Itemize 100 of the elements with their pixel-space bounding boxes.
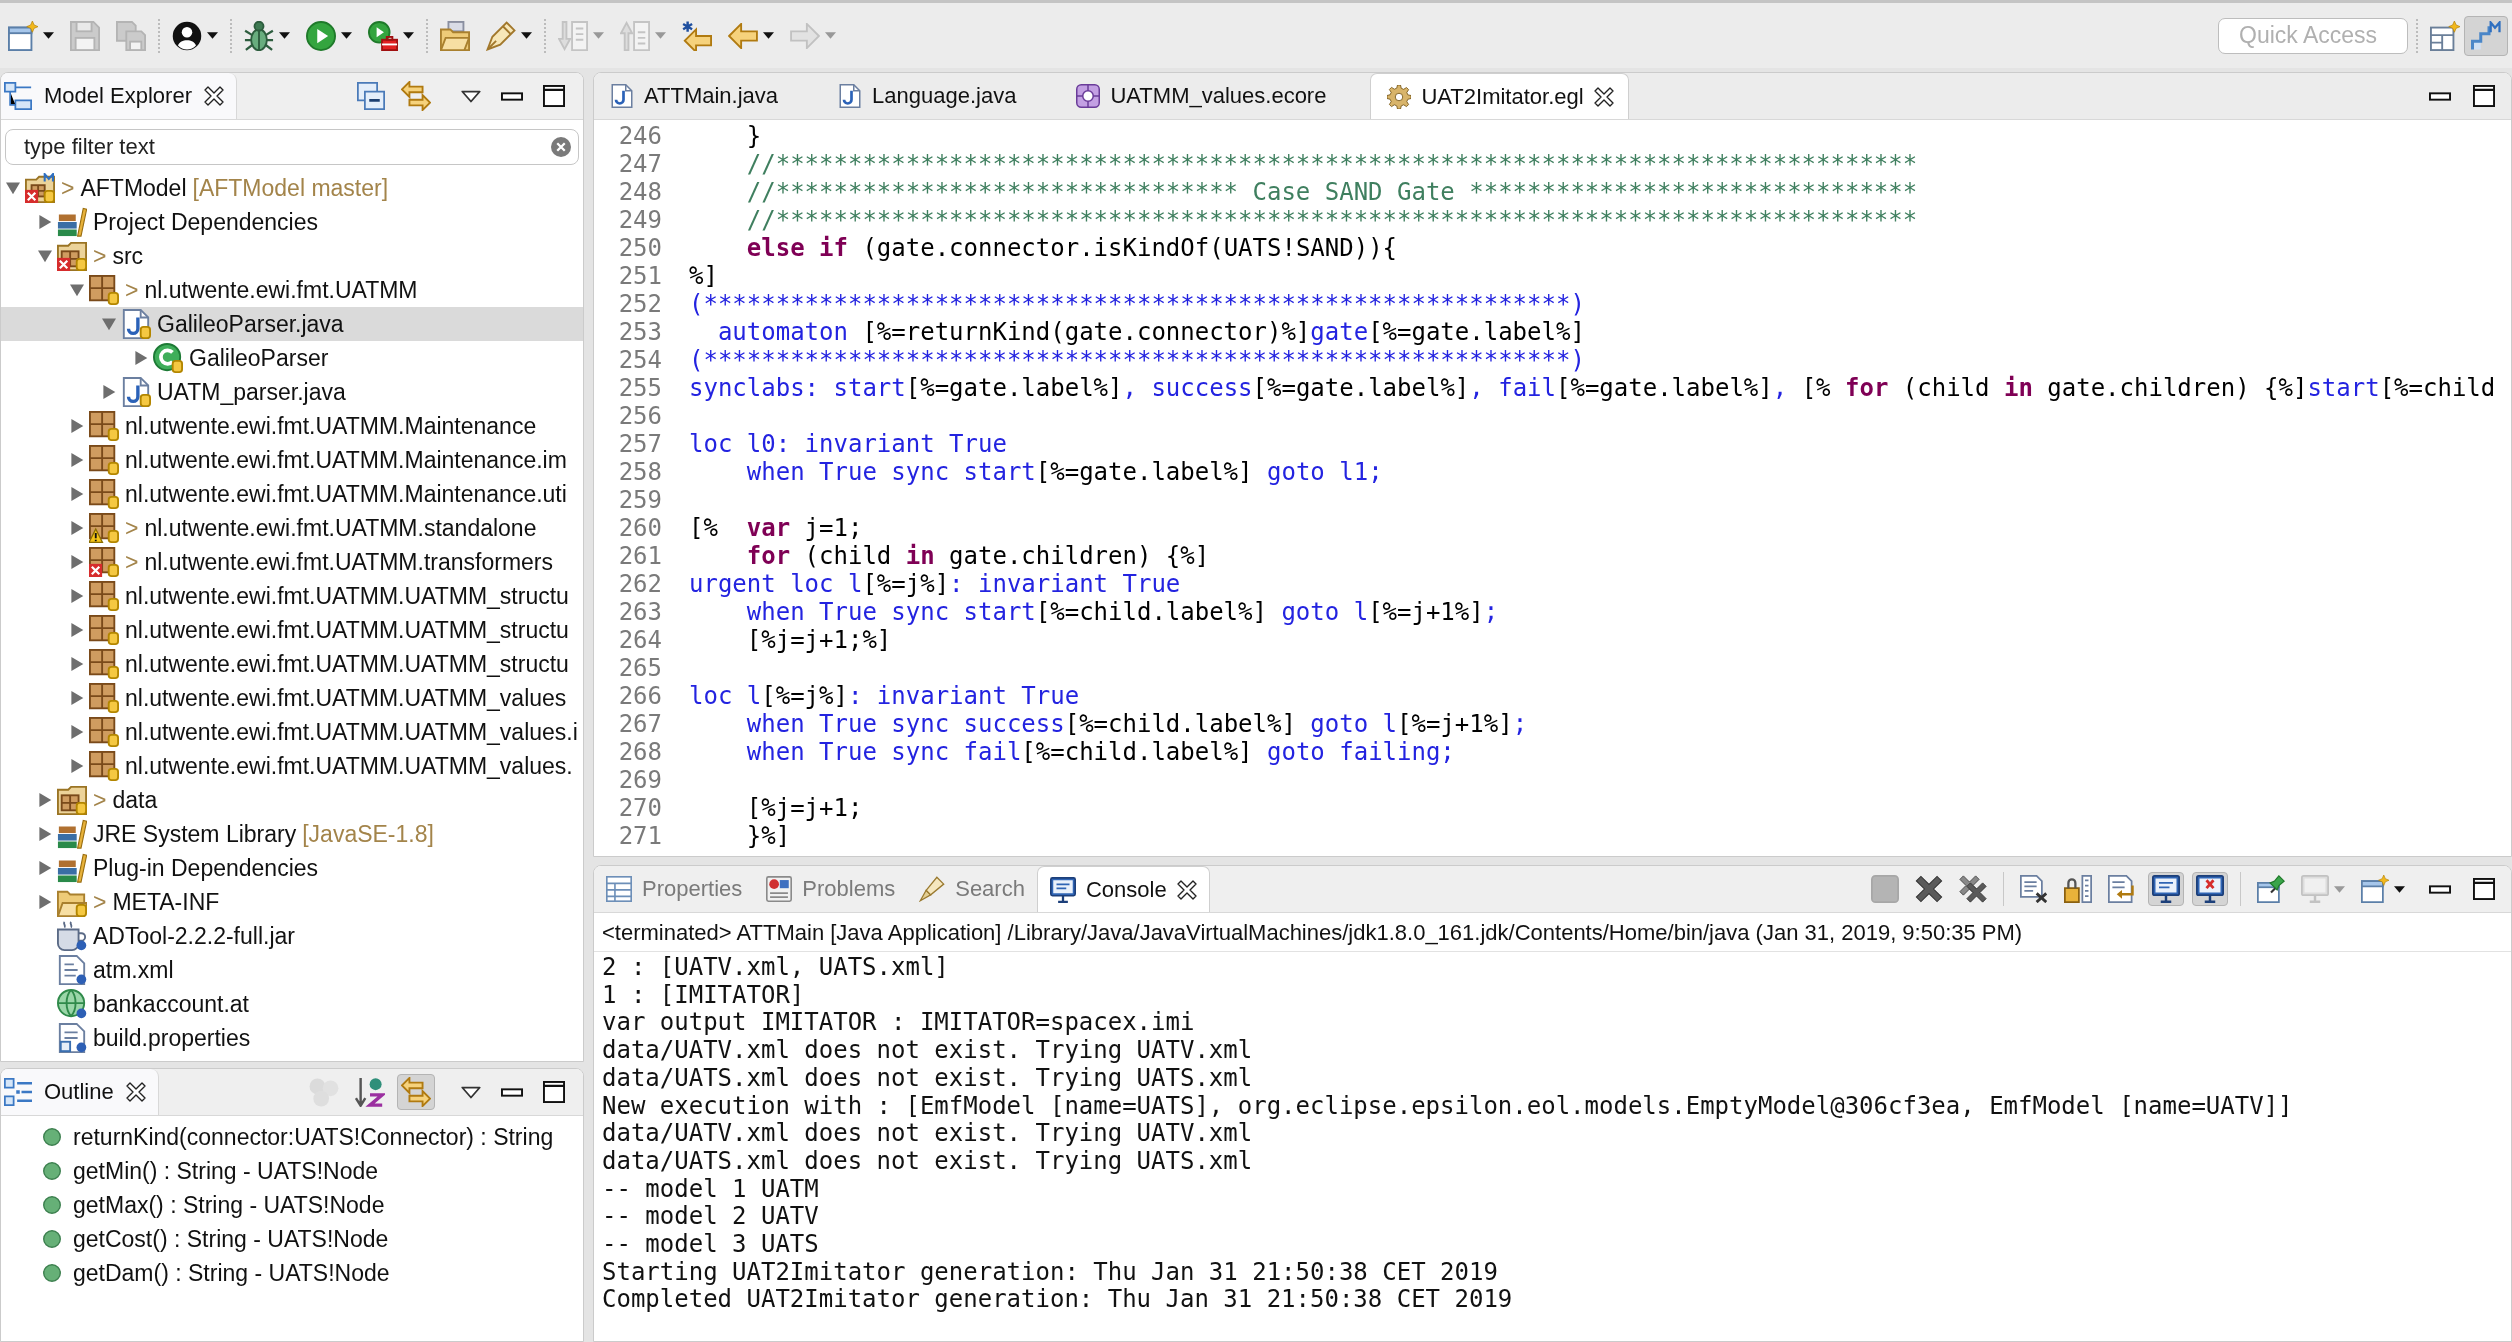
windows-minus-icon	[357, 82, 385, 110]
tree-item[interactable]: nl.utwente.ewi.fmt.UATMM.UATMM_structu	[1, 613, 583, 647]
dot-icon	[43, 1162, 61, 1180]
view-tab[interactable]: Problems	[754, 866, 908, 912]
triangle-icon[interactable]	[38, 861, 52, 875]
code-line: loc l0: invariant True	[689, 430, 1007, 458]
line-number: 254	[617, 346, 662, 374]
line-number: 262	[617, 570, 662, 598]
tree-item[interactable]: > data	[1, 783, 583, 817]
code-line: when True sync start[%=child.label%] goto l[%=j+1%];	[745, 598, 1499, 626]
filter-field[interactable]: type filter text	[5, 129, 579, 165]
tree-item[interactable]: nl.utwente.ewi.fmt.UATMM.Maintenance.im	[1, 443, 583, 477]
line-number: 258	[617, 458, 662, 486]
x-circle-icon[interactable]	[551, 137, 571, 157]
maximize-icon	[543, 85, 565, 107]
tree-item[interactable]: > nl.utwente.ewi.fmt.UATMM	[1, 273, 583, 307]
outline-item[interactable]: getMax() : String - UATS!Node	[43, 1188, 385, 1222]
line-number: 266	[617, 682, 662, 710]
grid-window-icon	[2430, 20, 2460, 51]
triangle-icon[interactable]	[70, 589, 84, 603]
triangle-icon[interactable]	[134, 351, 148, 365]
stdout-button[interactable]	[2148, 872, 2184, 906]
view-tab[interactable]: Outline	[1, 1069, 159, 1115]
tree-item[interactable]: nl.utwente.ewi.fmt.UATMM.UATMM_values.	[1, 749, 583, 783]
right-arrow-icon	[790, 22, 820, 49]
triangle-icon[interactable]	[70, 419, 84, 433]
caret-icon	[655, 32, 666, 39]
view-tab[interactable]: Console	[1036, 866, 1210, 912]
triangle-icon[interactable]	[70, 657, 84, 671]
triangle-icon[interactable]	[6, 181, 20, 195]
tree-item[interactable]: Project Dependencies	[1, 205, 583, 239]
triangle-icon[interactable]	[38, 215, 52, 229]
tree-item[interactable]: nl.utwente.ewi.fmt.UATMM.UATMM_values	[1, 681, 583, 715]
triangle-icon[interactable]	[38, 895, 52, 909]
line-number: 268	[617, 738, 662, 766]
outline-item[interactable]: getCost() : String - UATS!Node	[43, 1222, 389, 1256]
editor-tab[interactable]: ATTMain.java	[594, 73, 823, 119]
code-line: for (child in gate.children) {%]	[745, 542, 1210, 570]
tree-item[interactable]: ADTool-2.2.2-full.jar	[1, 919, 583, 953]
close-icon[interactable]	[203, 86, 224, 106]
triangle-icon[interactable]	[70, 555, 84, 569]
tree-item[interactable]: > nl.utwente.ewi.fmt.UATMM.transformers	[1, 545, 583, 579]
stderr-button[interactable]	[2192, 872, 2228, 906]
tree-item[interactable]: nl.utwente.ewi.fmt.UATMM.Maintenance.uti	[1, 477, 583, 511]
view-tab[interactable]: Search	[907, 866, 1037, 912]
dot-icon	[43, 1196, 61, 1214]
tree-item[interactable]: > META-INF	[1, 885, 583, 919]
outline-item[interactable]: getMin() : String - UATS!Node	[43, 1154, 379, 1188]
view-tab[interactable]: Model Explorer	[1, 73, 237, 119]
close-icon[interactable]	[1593, 86, 1614, 107]
code-line: (************************************************************)	[689, 290, 1585, 318]
triangle-icon[interactable]	[38, 827, 52, 841]
tree-item[interactable]: GalileoParser	[1, 341, 583, 375]
close-icon[interactable]	[1176, 879, 1197, 900]
window-sparkle-icon	[8, 20, 38, 51]
editor-tab[interactable]: Language.java	[822, 73, 1061, 119]
console-line: 1 : [IMITATOR]	[602, 981, 805, 1010]
line-number: 261	[617, 542, 662, 570]
line-number: 255	[617, 374, 662, 402]
triangle-icon[interactable]	[70, 283, 84, 297]
link-editor-button[interactable]	[397, 1074, 435, 1110]
code-line: (************************************************************)	[689, 346, 1585, 374]
editor-tab[interactable]: UATMM_values.ecore	[1060, 73, 1371, 119]
close-icon[interactable]	[125, 1082, 146, 1102]
triangle-icon[interactable]	[70, 453, 84, 467]
triangle-icon[interactable]	[70, 623, 84, 637]
tree-item[interactable]: nl.utwente.ewi.fmt.UATMM.UATMM_structu	[1, 647, 583, 681]
tree-item[interactable]: nl.utwente.ewi.fmt.UATMM.UATMM_values.i	[1, 715, 583, 749]
tree-item[interactable]: > nl.utwente.ewi.fmt.UATMM.standalone	[1, 511, 583, 545]
view-tab[interactable]: Properties	[594, 866, 755, 912]
triangle-icon[interactable]	[70, 759, 84, 773]
dot-icon	[43, 1230, 61, 1248]
quick-access-field[interactable]: Quick Access	[2218, 17, 2408, 54]
triangle-icon[interactable]	[70, 521, 84, 535]
code-line: }	[745, 122, 762, 150]
console-line: Starting UAT2Imitator generation: Thu Jan 31 21:50:38 CET 2019	[602, 1258, 1498, 1287]
triangle-icon[interactable]	[102, 385, 116, 399]
triangle-icon[interactable]	[38, 249, 52, 263]
tree-item[interactable]: Plug-in Dependencies	[1, 851, 583, 885]
tree-item[interactable]: nl.utwente.ewi.fmt.UATMM.Maintenance	[1, 409, 583, 443]
tree-item[interactable]: bankaccount.at	[1, 987, 583, 1021]
tree-item[interactable]: build.properties	[1, 1021, 583, 1055]
triangle-icon[interactable]	[38, 793, 52, 807]
editor-tab[interactable]: UAT2Imitator.egl	[1370, 73, 1629, 119]
menu-icon	[461, 89, 481, 103]
triangle-icon[interactable]	[70, 725, 84, 739]
triangle-icon[interactable]	[70, 487, 84, 501]
tree-item[interactable]: atm.xml	[1, 953, 583, 987]
tree-item[interactable]: nl.utwente.ewi.fmt.UATMM.UATMM_structu	[1, 579, 583, 613]
triangle-icon[interactable]	[102, 317, 116, 331]
tree-item[interactable]: GalileoParser.java	[1, 307, 583, 341]
dot-icon	[43, 1264, 61, 1282]
triangle-icon[interactable]	[70, 691, 84, 705]
tree-item[interactable]: > src	[1, 239, 583, 273]
tree-item[interactable]: > AFTModel [AFTModel master]	[1, 171, 583, 205]
tree-item[interactable]: UATM_parser.java	[1, 375, 583, 409]
outline-item[interactable]: returnKind(connector:UATS!Connector) : String	[43, 1120, 554, 1154]
tree-item[interactable]: JRE System Library [JavaSE-1.8]	[1, 817, 583, 851]
outline-item[interactable]: getDam() : String - UATS!Node	[43, 1256, 390, 1290]
perspective-button[interactable]	[2464, 15, 2508, 56]
